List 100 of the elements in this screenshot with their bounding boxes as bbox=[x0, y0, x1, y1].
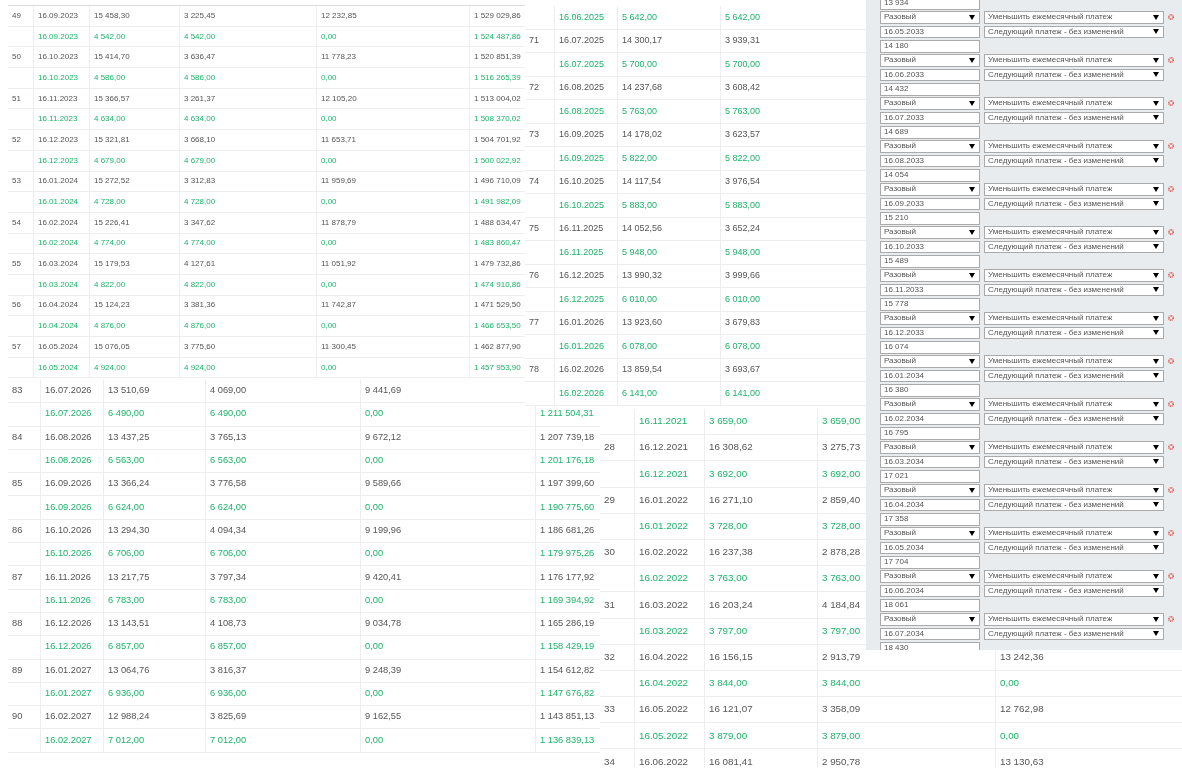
type-select[interactable]: Разовый bbox=[880, 11, 980, 24]
next-payment-select[interactable]: Следующий платеж - без изменений bbox=[984, 412, 1164, 425]
type-select[interactable]: Разовый bbox=[880, 312, 980, 325]
gear-icon[interactable] bbox=[1168, 272, 1174, 279]
next-payment-select[interactable]: Следующий платеж - без изменений bbox=[984, 498, 1164, 511]
amount-field[interactable]: 14 180 bbox=[880, 40, 980, 53]
gear-icon[interactable] bbox=[1168, 573, 1174, 580]
table-cell: 11 742,87 bbox=[321, 299, 356, 312]
type-select[interactable]: Разовый bbox=[880, 441, 980, 454]
type-select[interactable]: Разовый bbox=[880, 140, 980, 153]
mode-select[interactable]: Уменьшить ежемесячный платеж bbox=[984, 269, 1164, 282]
table-cell: 15 366,57 bbox=[94, 92, 130, 105]
gear-icon[interactable] bbox=[1168, 186, 1174, 193]
next-payment-select[interactable]: Следующий платеж - без изменений bbox=[984, 584, 1164, 597]
date-field[interactable]: 16.05.2033 bbox=[880, 25, 980, 38]
type-select[interactable]: Разовый bbox=[880, 183, 980, 196]
type-select[interactable]: Разовый bbox=[880, 54, 980, 67]
amount-field[interactable]: 18 061 bbox=[880, 599, 980, 612]
amount-field[interactable]: 14 054 bbox=[880, 169, 980, 182]
type-select[interactable]: Разовый bbox=[880, 355, 980, 368]
date-field[interactable]: 16.04.2034 bbox=[880, 498, 980, 511]
next-payment-select[interactable]: Следующий платеж - без изменений bbox=[984, 326, 1164, 339]
amount-field[interactable]: 15 778 bbox=[880, 298, 980, 311]
amount-field[interactable]: 14 432 bbox=[880, 83, 980, 96]
mode-select[interactable]: Уменьшить ежемесячный платеж bbox=[984, 11, 1164, 24]
table-cell-text: 13 859,54 bbox=[622, 363, 663, 376]
date-field[interactable]: 16.07.2034 bbox=[880, 627, 980, 640]
gear-icon[interactable] bbox=[1168, 358, 1174, 365]
next-payment-select[interactable]: Следующий платеж - без изменений bbox=[984, 111, 1164, 124]
mode-select[interactable]: Уменьшить ежемесячный платеж bbox=[984, 54, 1164, 67]
amount-field[interactable]: 16 380 bbox=[880, 384, 980, 397]
amount-field[interactable]: 18 430 bbox=[880, 642, 980, 650]
type-select[interactable]: Разовый bbox=[880, 484, 980, 497]
date-field[interactable]: 16.08.2033 bbox=[880, 154, 980, 167]
mode-select[interactable]: Уменьшить ежемесячный платеж bbox=[984, 441, 1164, 454]
next-payment-select[interactable]: Следующий платеж - без изменений bbox=[984, 154, 1164, 167]
gear-icon[interactable] bbox=[1168, 616, 1174, 623]
amount-field[interactable]: 17 021 bbox=[880, 470, 980, 483]
mode-select[interactable]: Уменьшить ежемесячный платеж bbox=[984, 570, 1164, 583]
mode-select[interactable]: Уменьшить ежемесячный платеж bbox=[984, 140, 1164, 153]
type-select[interactable]: Разовый bbox=[880, 527, 980, 540]
next-payment-select[interactable]: Следующий платеж - без изменений bbox=[984, 455, 1164, 468]
date-field[interactable]: 16.02.2034 bbox=[880, 412, 980, 425]
gear-icon[interactable] bbox=[1168, 143, 1174, 150]
type-select[interactable]: Разовый bbox=[880, 226, 980, 239]
mode-select[interactable]: Уменьшить ежемесячный платеж bbox=[984, 312, 1164, 325]
mode-select[interactable]: Уменьшить ежемесячный платеж bbox=[984, 484, 1164, 497]
type-select[interactable]: Разовый bbox=[880, 398, 980, 411]
gear-icon[interactable] bbox=[1168, 444, 1174, 451]
date-field[interactable]: 16.06.2033 bbox=[880, 68, 980, 81]
gear-icon[interactable] bbox=[1168, 315, 1174, 322]
date-field[interactable]: 16.06.2034 bbox=[880, 584, 980, 597]
amount-field[interactable]: 17 358 bbox=[880, 513, 980, 526]
gear-icon[interactable] bbox=[1168, 14, 1174, 21]
next-payment-select[interactable]: Следующий платеж - без изменений bbox=[984, 240, 1164, 253]
next-payment-select[interactable]: Следующий платеж - без изменений bbox=[984, 25, 1164, 38]
date-field[interactable]: 16.12.2033 bbox=[880, 326, 980, 339]
date-field[interactable]: 16.05.2034 bbox=[880, 541, 980, 554]
caret-icon bbox=[969, 143, 975, 149]
row-number: 71 bbox=[529, 34, 539, 47]
next-payment-select[interactable]: Следующий платеж - без изменений bbox=[984, 283, 1164, 296]
gear-icon[interactable] bbox=[1168, 229, 1174, 236]
amount-field[interactable]: 14 689 bbox=[880, 126, 980, 139]
gear-icon[interactable] bbox=[1168, 487, 1174, 494]
date-field[interactable]: 16.01.2034 bbox=[880, 369, 980, 382]
date-field[interactable]: 16.11.2033 bbox=[880, 283, 980, 296]
caret-icon bbox=[1153, 143, 1159, 149]
row-number: 88 bbox=[12, 617, 23, 631]
mode-select[interactable]: Уменьшить ежемесячный платеж bbox=[984, 183, 1164, 196]
date-field[interactable]: 16.10.2033 bbox=[880, 240, 980, 253]
gear-icon[interactable] bbox=[1168, 530, 1174, 537]
mode-select[interactable]: Уменьшить ежемесячный платеж bbox=[984, 226, 1164, 239]
amount-field[interactable]: 15 489 bbox=[880, 255, 980, 268]
mode-select[interactable]: Уменьшить ежемесячный платеж bbox=[984, 527, 1164, 540]
gear-icon[interactable] bbox=[1168, 100, 1174, 107]
type-select[interactable]: Разовый bbox=[880, 613, 980, 626]
next-payment-select[interactable]: Следующий платеж - без изменений bbox=[984, 627, 1164, 640]
mode-select[interactable]: Уменьшить ежемесячный платеж bbox=[984, 97, 1164, 110]
next-payment-select[interactable]: Следующий платеж - без изменений bbox=[984, 541, 1164, 554]
next-payment-select[interactable]: Следующий платеж - без изменений bbox=[984, 369, 1164, 382]
amount-field[interactable]: 15 210 bbox=[880, 212, 980, 225]
table-cell: 16.11.2021 bbox=[639, 414, 688, 429]
date-field[interactable]: 16.09.2033 bbox=[880, 197, 980, 210]
mode-select[interactable]: Уменьшить ежемесячный платеж bbox=[984, 613, 1164, 626]
type-select[interactable]: Разовый bbox=[880, 570, 980, 583]
date-field[interactable]: 16.07.2033 bbox=[880, 111, 980, 124]
type-select[interactable]: Разовый bbox=[880, 269, 980, 282]
amount-field[interactable]: 16 074 bbox=[880, 341, 980, 354]
mode-select[interactable]: Уменьшить ежемесячный платеж bbox=[984, 355, 1164, 368]
gear-icon[interactable] bbox=[1168, 57, 1174, 64]
next-payment-select[interactable]: Следующий платеж - без изменений bbox=[984, 68, 1164, 81]
next-payment-select[interactable]: Следующий платеж - без изменений bbox=[984, 197, 1164, 210]
amount-field[interactable]: 17 704 bbox=[880, 556, 980, 569]
table-cell: 15 226,41 bbox=[94, 216, 130, 229]
amount-field[interactable]: 16 795 bbox=[880, 427, 980, 440]
mode-select[interactable]: Уменьшить ежемесячный платеж bbox=[984, 398, 1164, 411]
date-field[interactable]: 16.03.2034 bbox=[880, 455, 980, 468]
type-select[interactable]: Разовый bbox=[880, 97, 980, 110]
gear-icon[interactable] bbox=[1168, 401, 1174, 408]
amount-field[interactable]: 13 934 bbox=[880, 0, 980, 10]
